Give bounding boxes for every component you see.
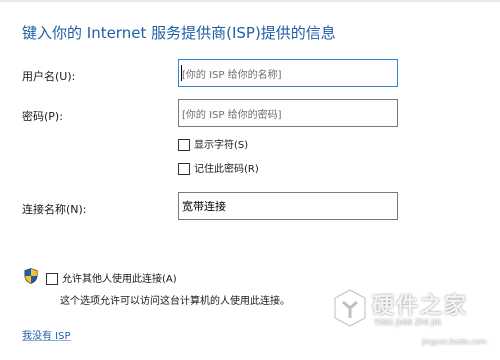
remember-password-label[interactable]: 记住此密码(R) (194, 163, 259, 176)
username-input[interactable]: [你的 ISP 给你的名称] (178, 59, 398, 87)
window-top-border (0, 0, 500, 2)
uac-shield-icon (24, 268, 38, 284)
watermark-logo-icon (334, 289, 366, 327)
remember-password-checkbox-row[interactable]: 记住此密码(R) (178, 162, 259, 176)
page-title: 键入你的 Internet 服务提供商(ISP)提供的信息 (22, 24, 336, 42)
username-label: 用户名(U): (22, 70, 76, 83)
allow-others-checkbox[interactable] (46, 273, 58, 285)
password-label: 密码(P): (22, 110, 63, 123)
connection-name-input[interactable]: 宽带连接 (178, 192, 398, 220)
password-placeholder: [你的 ISP 给你的密码] (182, 110, 282, 121)
no-isp-link[interactable]: 我没有 ISP (22, 327, 71, 342)
show-chars-checkbox-row[interactable]: 显示字符(S) (178, 138, 248, 152)
show-chars-checkbox[interactable] (178, 139, 190, 151)
text-caret (181, 65, 182, 81)
watermark-url: jingyan.baidu.com (422, 338, 487, 346)
remember-password-checkbox[interactable] (178, 163, 190, 175)
watermark-subtitle: YING JIAN ZHI JIA (374, 318, 442, 327)
allow-others-label[interactable]: 允许其他人使用此连接(A) (62, 273, 177, 286)
username-placeholder: [你的 ISP 给你的名称] (182, 70, 282, 81)
connection-name-label: 连接名称(N): (22, 203, 87, 216)
allow-others-checkbox-row[interactable]: 允许其他人使用此连接(A) (46, 272, 177, 286)
show-chars-label[interactable]: 显示字符(S) (194, 139, 248, 152)
watermark-title: 硬件之家 (372, 294, 469, 319)
password-input[interactable]: [你的 ISP 给你的密码] (178, 99, 398, 127)
watermark: 硬件之家 YING JIAN ZHI JIA jingyan.baidu.com (330, 284, 500, 356)
allow-others-description: 这个选项允许可以访问这台计算机的人使用此连接。 (60, 296, 290, 307)
